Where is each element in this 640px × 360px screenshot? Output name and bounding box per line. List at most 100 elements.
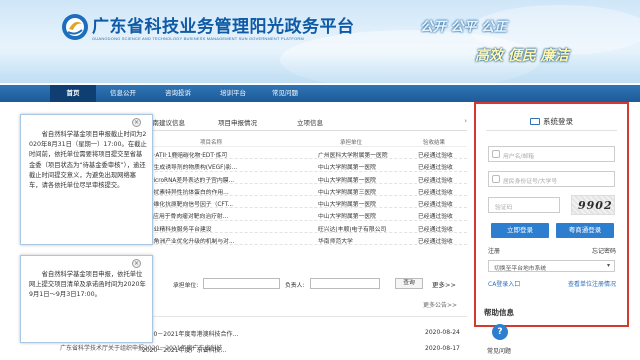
project-unit: 中山大学附属第三医院 — [318, 189, 376, 196]
project-name[interactable]: 于干扰素特异性抗体蛋白的作用... — [142, 187, 302, 196]
project-unit: 中山大学附属第一医院 — [318, 177, 376, 184]
slogan-line-2: 高效 便民 廉洁 — [475, 48, 569, 64]
unit-registration-link[interactable]: 查看单位注册情况 — [568, 279, 616, 288]
project-result: 已经通过验收 — [418, 153, 453, 159]
announcement-caption[interactable]: 广东省科学技术厅关于组织申报2020－2021年度广东省科技 — [60, 343, 223, 352]
city-system-select-value: 切换至平台地市系统 — [494, 266, 547, 272]
id-number-placeholder: 居民身份证号/大学号 — [503, 179, 558, 185]
notice-text-1: 省自然科学基金项目申报截止时间为2020年8月31日（星期一）17:00。在截止… — [29, 131, 147, 190]
faq-link[interactable]: 常见问题 — [487, 346, 511, 355]
username-input[interactable]: 用户名/邮箱 — [488, 146, 615, 162]
captcha-input[interactable]: 验证码 — [488, 197, 560, 213]
tab-application-status[interactable]: 项目申报情况 — [218, 117, 257, 127]
site-title: 广东省科技业务管理阳光政务平台 — [92, 17, 355, 37]
person-search-input[interactable] — [310, 278, 380, 289]
table-row[interactable]: 于microRNA差异表达的子宫内膜... 中山大学附属第一医院 已经通过验收 — [140, 172, 467, 184]
login-panel: 系统登录 用户名/邮箱 居民身份证号/大学号 验证码 9902 立即登录 粤商通… — [474, 102, 629, 327]
column-header-result: 验收结果 — [423, 140, 446, 146]
site-header: 广东省科技业务管理阳光政务平台 GUANGDONG SCIENCE AND TE… — [0, 0, 640, 83]
table-row[interactable]: 于干扰素特异性抗体蛋白的作用... 中山大学附属第三医院 已经通过验收 — [140, 184, 467, 197]
site-subtitle: GUANGDONG SCIENCE AND TECHNOLOGY BUSINES… — [92, 36, 304, 41]
nav-item-home[interactable]: 首页 — [50, 85, 96, 102]
project-unit: 旺兴达(丰顺)电子有限公司 — [318, 226, 387, 233]
id-card-icon — [492, 175, 500, 183]
username-placeholder: 用户名/邮箱 — [503, 154, 534, 160]
more-announcements-link[interactable]: 更多公告>> — [423, 300, 457, 309]
project-unit: 中山大学附属第一医院 — [318, 202, 376, 209]
user-icon — [492, 150, 500, 158]
monitor-icon — [530, 118, 540, 125]
unit-search-input[interactable] — [203, 278, 280, 289]
help-title: 帮助信息 — [484, 308, 514, 317]
tab-more-link[interactable]: › — [464, 117, 467, 125]
login-heading: 系统登录 — [476, 116, 627, 127]
project-table: 项目名称 承担单位 验收结果 化科·ATII·1鹿赔碳化物·EDT·炼可 广州医科… — [140, 137, 467, 246]
notice-popup-1: × 省自然科学基金项目申报截止时间为2020年8月31日（星期一）17:00。在… — [20, 114, 153, 245]
announcement-date: 2020-08-17 — [425, 345, 460, 352]
table-row[interactable]: 声专业精科技服务平台建设 旺兴达(丰顺)电子有限公司 已经通过验收 — [140, 221, 467, 234]
project-result: 已经通过验收 — [418, 202, 453, 209]
project-result: 已经通过验收 — [418, 177, 453, 184]
captcha-placeholder: 验证码 — [495, 205, 513, 211]
project-unit: 广州医科大学附属第一医院 — [318, 153, 388, 159]
project-name[interactable]: 血管生成诱导剂的物质构(VEGF)影... — [142, 162, 302, 171]
table-row[interactable]: 血管生成诱导剂的物质构(VEGF)影... 中山大学附属第一医院 已经通过验收 — [140, 159, 467, 172]
project-name[interactable]: 于microRNA差异表达的子宫内膜... — [142, 175, 302, 184]
project-unit: 华南师范大学 — [318, 239, 353, 246]
column-header-unit: 承担单位 — [340, 140, 363, 146]
nav-item-info[interactable]: 信息公开 — [100, 85, 146, 102]
nav-item-consult[interactable]: 咨询投诉 — [152, 85, 204, 102]
table-row[interactable]: BP2应用于骨肉瘤对靶向治疗射... 中山大学附属第一医院 已经通过验收 — [140, 208, 467, 221]
ca-login-link[interactable]: CA登录入口 — [488, 279, 520, 288]
divider — [486, 130, 617, 131]
nav-item-training[interactable]: 培训平台 — [210, 85, 256, 102]
project-name[interactable]: 声专业精科技服务平台建设 — [142, 224, 302, 233]
notice-text-2: 省自然科学基金项目申报，依托单位网上提交项目清单及承诺函时间为2020年9月1日… — [29, 271, 146, 299]
project-name[interactable]: 化科·ATII·1鹿赔碳化物·EDT·炼可 — [142, 150, 302, 159]
login-title: 系统登录 — [543, 117, 573, 126]
tab-project-approval[interactable]: 立项信息 — [297, 117, 323, 127]
slogan-line-1: 公开 公平 公正 — [420, 20, 508, 35]
notice-popup-2: × 省自然科学基金项目申报，依托单位网上提交项目清单及承诺函时间为2020年9月… — [20, 255, 153, 343]
table-row[interactable]: 性纤维化抗原靶向信号因子（CFT... 中山大学附属第一医院 已经通过验收 — [140, 196, 467, 209]
question-icon[interactable]: ? — [492, 324, 508, 340]
site-logo-icon[interactable] — [60, 12, 90, 42]
captcha-text: 9902 — [578, 199, 613, 212]
project-unit: 中山大学附属第一医院 — [318, 165, 376, 172]
table-row[interactable]: 江三角洲产业优化升级的机制与对... 华南师范大学 已经通过验收 — [140, 233, 467, 246]
id-number-input[interactable]: 居民身份证号/大学号 — [488, 171, 615, 187]
other-login-button[interactable]: 粤商通登录 — [556, 223, 614, 238]
divider — [140, 316, 467, 317]
list-item[interactable]: 2020－2021年度粤港澳科技合作... 2020-08-24 — [142, 329, 467, 339]
content-tabs: 指南建议信息 项目申报情况 立项信息 › — [140, 117, 467, 131]
project-result: 已经通过验收 — [418, 189, 453, 196]
chevron-down-icon: ▾ — [606, 262, 610, 269]
register-link[interactable]: 注册 — [488, 246, 500, 255]
project-result: 已经通过验收 — [418, 165, 453, 172]
announcement-title[interactable]: 2020－2021年度粤港澳科技合作... — [142, 329, 238, 338]
project-result: 已经通过验收 — [418, 226, 453, 233]
announcement-date: 2020-08-24 — [425, 329, 460, 336]
table-row[interactable]: 化科·ATII·1鹿赔碳化物·EDT·炼可 广州医科大学附属第一医院 已经通过验收 — [140, 147, 467, 160]
captcha-image[interactable]: 9902 — [571, 195, 615, 215]
nav-item-faq[interactable]: 常见问题 — [262, 85, 308, 102]
table-header: 项目名称 承担单位 验收结果 — [140, 137, 467, 147]
person-label: 负责人: — [285, 283, 305, 289]
unit-label: 承担单位: — [173, 283, 199, 289]
column-header-name: 项目名称 — [200, 140, 223, 146]
close-icon[interactable]: × — [132, 259, 141, 268]
table-search-bar: 承担单位: 负责人: 查询 更多>> — [140, 278, 467, 290]
forgot-password-link[interactable]: 忘记密码 — [592, 246, 616, 255]
close-icon[interactable]: × — [132, 118, 141, 127]
project-name[interactable]: BP2应用于骨肉瘤对靶向治疗射... — [142, 211, 302, 220]
project-result: 已经通过验收 — [418, 239, 453, 246]
more-projects-link[interactable]: 更多>> — [432, 279, 456, 289]
project-name[interactable]: 性纤维化抗原靶向信号因子（CFT... — [142, 199, 302, 208]
search-button[interactable]: 查询 — [395, 278, 423, 289]
main-nav: 首页 信息公开 咨询投诉 培训平台 常见问题 — [0, 85, 640, 102]
city-system-select[interactable]: 切换至平台地市系统 ▾ — [488, 260, 615, 272]
project-unit: 中山大学附属第一医院 — [318, 214, 376, 221]
project-result: 已经通过验收 — [418, 214, 453, 221]
login-button[interactable]: 立即登录 — [491, 223, 549, 238]
project-name[interactable]: 江三角洲产业优化升级的机制与对... — [142, 236, 302, 245]
